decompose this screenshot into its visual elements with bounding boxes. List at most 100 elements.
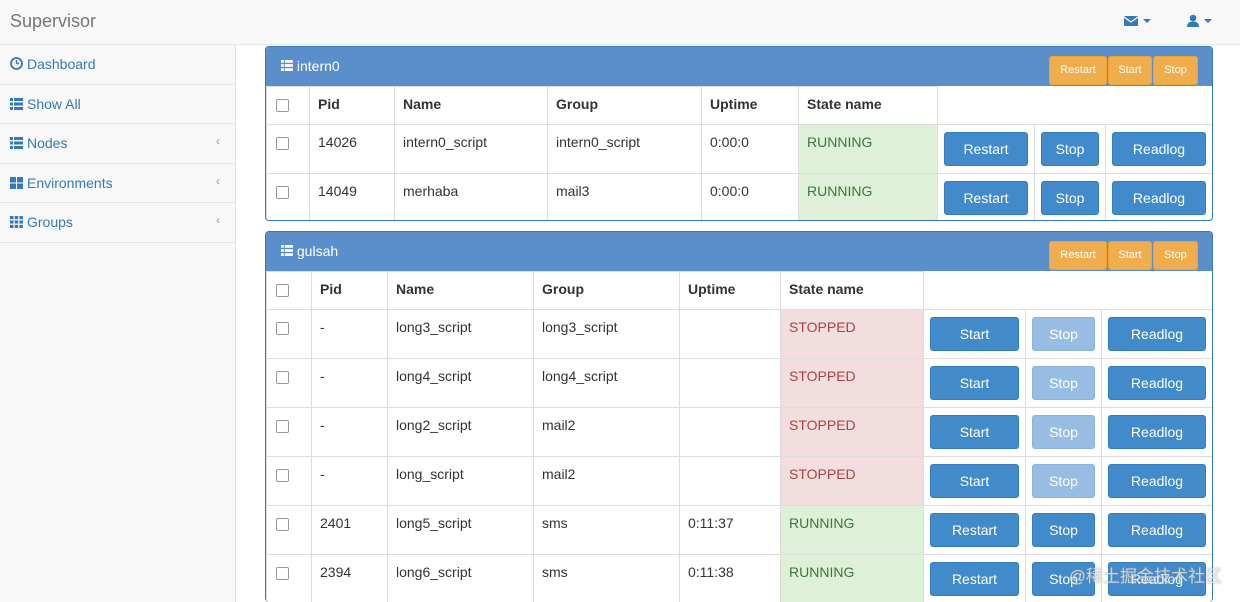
pid-cell: 2394 xyxy=(311,554,388,602)
readlog-button[interactable]: Readlog xyxy=(1112,132,1206,166)
action-cell: Restart xyxy=(937,173,1035,220)
grid-icon xyxy=(10,176,23,189)
row-checkbox[interactable] xyxy=(276,371,289,384)
brand-title[interactable]: Supervisor xyxy=(10,11,96,32)
table-row: - long2_script mail2 STOPPED Start Stop … xyxy=(266,407,1212,457)
uptime-cell: 0:00:0 xyxy=(701,124,799,174)
select-all-cell xyxy=(266,271,312,310)
panel-header: intern0 Restart Start Stop xyxy=(266,47,1212,86)
user-icon[interactable] xyxy=(1187,14,1215,31)
row-checkbox[interactable] xyxy=(276,518,289,531)
readlog-button[interactable]: Readlog xyxy=(1112,181,1206,215)
readlog-button[interactable]: Readlog xyxy=(1108,415,1206,449)
table-row: 2401 long5_script sms 0:11:37 RUNNING Re… xyxy=(266,505,1212,555)
empty-header xyxy=(1105,86,1212,125)
pid-cell: - xyxy=(311,407,388,457)
row-checkbox[interactable] xyxy=(276,567,289,580)
sidebar-item-dashboard[interactable]: Dashboard xyxy=(0,45,235,85)
readlog-button[interactable]: Readlog xyxy=(1108,513,1206,547)
row-select-cell xyxy=(266,358,312,408)
restart-button[interactable]: Restart xyxy=(930,562,1019,596)
action-cell: Restart xyxy=(923,554,1026,602)
group-stop-button[interactable]: Stop xyxy=(1153,241,1198,270)
stop-button[interactable]: Stop xyxy=(1041,181,1099,215)
panel-header: gulsah Restart Start Stop xyxy=(266,232,1212,271)
list-icon xyxy=(10,97,23,110)
row-checkbox[interactable] xyxy=(276,322,289,335)
column-header-group: Group xyxy=(533,271,680,310)
empty-header xyxy=(1034,86,1106,125)
readlog-button[interactable]: Readlog xyxy=(1108,366,1206,400)
row-checkbox[interactable] xyxy=(276,137,289,150)
readlog-button[interactable]: Readlog xyxy=(1108,464,1206,498)
panel-title-wrap: intern0 xyxy=(281,58,340,74)
list-icon xyxy=(281,243,293,259)
state-cell: STOPPED xyxy=(780,407,924,457)
uptime-cell xyxy=(679,456,781,506)
stop-button[interactable]: Stop xyxy=(1032,513,1095,547)
state-cell: STOPPED xyxy=(780,358,924,408)
column-header-name: Name xyxy=(394,86,548,125)
start-button[interactable]: Start xyxy=(930,415,1019,449)
pid-cell: 14026 xyxy=(309,124,395,174)
start-button[interactable]: Start xyxy=(930,317,1019,351)
start-button[interactable]: Start xyxy=(930,366,1019,400)
restart-button[interactable]: Restart xyxy=(944,181,1028,215)
row-select-cell xyxy=(266,173,310,220)
restart-button[interactable]: Restart xyxy=(944,132,1028,166)
list-icon xyxy=(10,136,23,149)
column-header-pid: Pid xyxy=(309,86,395,125)
column-header-state: State name xyxy=(780,271,924,310)
top-navbar: Supervisor xyxy=(0,0,1240,45)
column-header-group: Group xyxy=(547,86,702,125)
restart-button[interactable]: Restart xyxy=(930,513,1019,547)
name-cell: intern0_script xyxy=(394,124,548,174)
table-row: - long3_script long3_script STOPPED Star… xyxy=(266,309,1212,359)
uptime-cell xyxy=(679,309,781,359)
table-row: - long_script mail2 STOPPED Start Stop R… xyxy=(266,456,1212,506)
action-cell: Start xyxy=(923,358,1026,408)
state-cell: STOPPED xyxy=(780,456,924,506)
group-stop-button[interactable]: Stop xyxy=(1153,56,1198,85)
name-cell: long6_script xyxy=(387,554,534,602)
name-cell: long5_script xyxy=(387,505,534,555)
pid-cell: - xyxy=(311,358,388,408)
start-button[interactable]: Start xyxy=(930,464,1019,498)
sidebar-item-label: Show All xyxy=(27,95,81,112)
action-cell: Stop xyxy=(1025,309,1102,359)
sidebar-item-groups[interactable]: Groups ‹ xyxy=(0,203,235,243)
uptime-cell: 0:11:37 xyxy=(679,505,781,555)
group-start-button[interactable]: Start xyxy=(1108,56,1152,85)
select-all-checkbox[interactable] xyxy=(276,99,289,112)
state-cell: RUNNING xyxy=(798,173,938,220)
row-checkbox[interactable] xyxy=(276,420,289,433)
group-restart-button[interactable]: Restart xyxy=(1049,241,1107,270)
sidebar-item-nodes[interactable]: Nodes ‹ xyxy=(0,124,235,164)
chevron-left-icon: ‹ xyxy=(216,134,220,148)
action-cell: Readlog xyxy=(1105,173,1212,220)
action-cell: Stop xyxy=(1034,173,1106,220)
select-all-checkbox[interactable] xyxy=(276,284,289,297)
sidebar-item-show-all[interactable]: Show All xyxy=(0,85,235,124)
row-checkbox[interactable] xyxy=(276,186,289,199)
group-restart-button[interactable]: Restart xyxy=(1049,56,1107,85)
envelope-icon[interactable] xyxy=(1123,14,1154,31)
group-start-button[interactable]: Start xyxy=(1108,241,1152,270)
column-header-name: Name xyxy=(387,271,534,310)
readlog-button[interactable]: Readlog xyxy=(1108,317,1206,351)
row-checkbox[interactable] xyxy=(276,469,289,482)
row-select-cell xyxy=(266,456,312,506)
group-cell: intern0_script xyxy=(547,124,702,174)
stop-button[interactable]: Stop xyxy=(1041,132,1099,166)
group-cell: long4_script xyxy=(533,358,680,408)
group-cell: mail2 xyxy=(533,407,680,457)
sidebar-item-environments[interactable]: Environments ‹ xyxy=(0,164,235,203)
process-group-panel: intern0 Restart Start Stop Pid Name Grou… xyxy=(265,46,1213,221)
name-cell: long_script xyxy=(387,456,534,506)
group-cell: long3_script xyxy=(533,309,680,359)
pid-cell: 2401 xyxy=(311,505,388,555)
process-table: Pid Name Group Uptime State name 14026 i… xyxy=(266,86,1212,220)
action-cell: Readlog xyxy=(1101,456,1212,506)
column-header-state: State name xyxy=(798,86,938,125)
empty-header xyxy=(937,86,1035,125)
